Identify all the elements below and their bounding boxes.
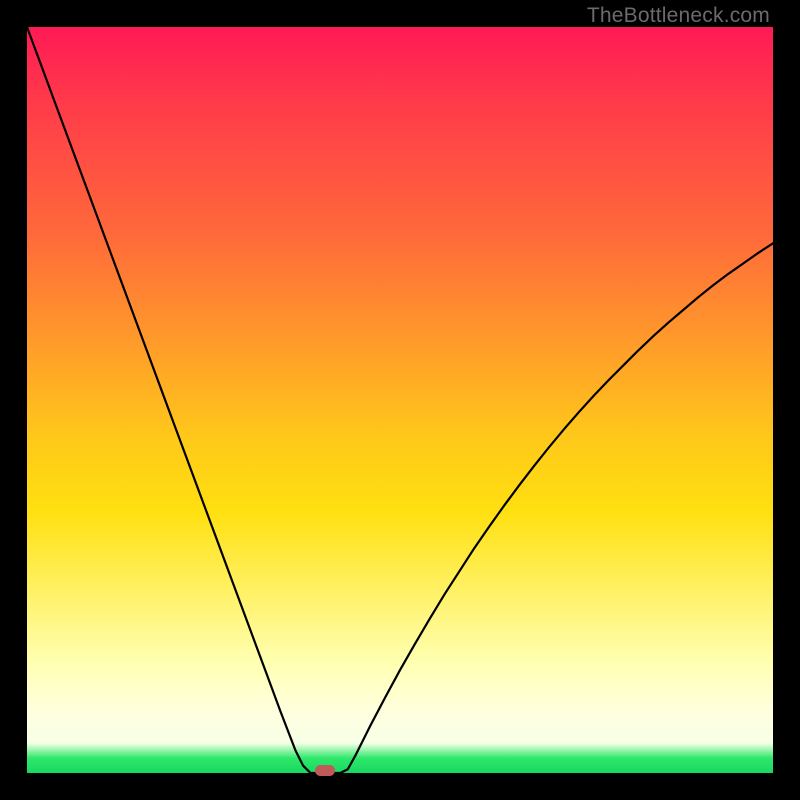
bottleneck-curve	[27, 27, 773, 773]
plot-area	[27, 27, 773, 773]
chart-frame: TheBottleneck.com	[0, 0, 800, 800]
optimal-marker	[315, 765, 335, 776]
watermark-text: TheBottleneck.com	[587, 4, 770, 28]
